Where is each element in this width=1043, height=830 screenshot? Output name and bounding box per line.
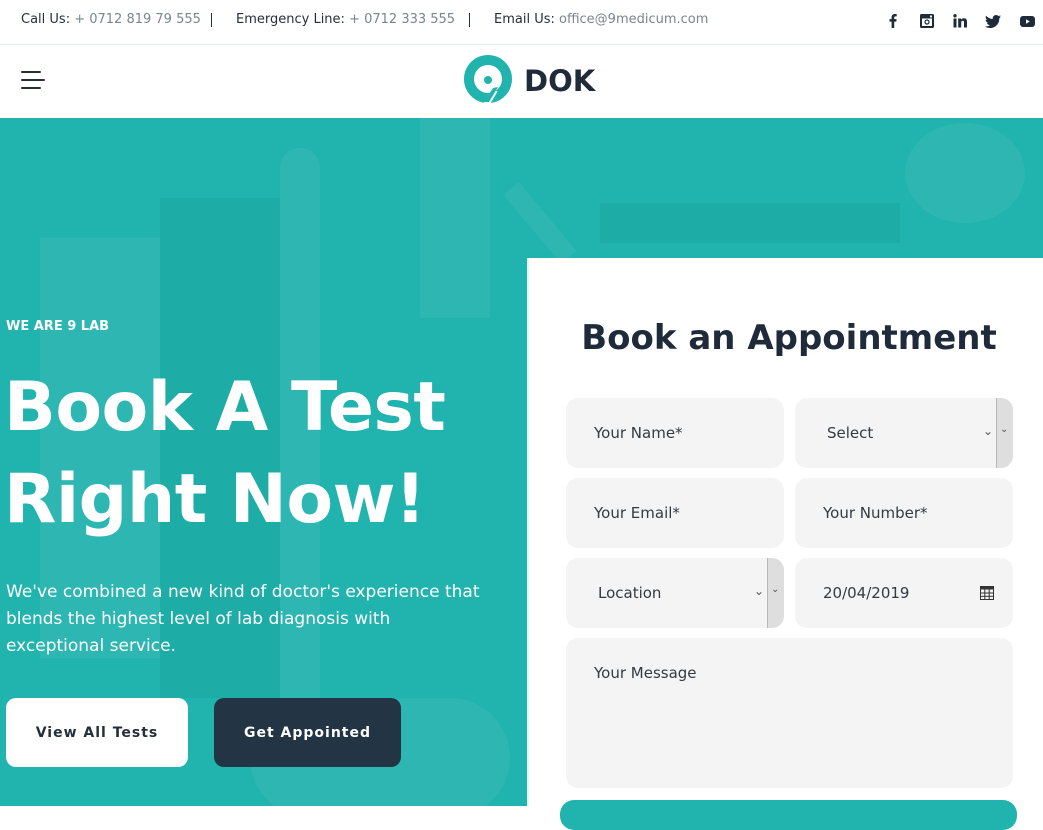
message-placeholder: Your Message bbox=[594, 664, 697, 682]
headline-line-2: Right Now! bbox=[4, 460, 426, 539]
select-scrollbar[interactable]: ⌄ bbox=[996, 398, 1013, 468]
main-navbar: DOK bbox=[0, 45, 1043, 118]
date-value: 20/04/2019 bbox=[823, 584, 910, 602]
twitter-icon[interactable] bbox=[984, 12, 1002, 30]
logo[interactable]: DOK bbox=[462, 55, 595, 107]
name-placeholder: Your Name* bbox=[594, 424, 683, 442]
select-value: Select bbox=[827, 424, 874, 442]
emergency-line-info: Emergency Line: + 0712 333 555 bbox=[236, 12, 455, 27]
top-contact-bar: Call Us: + 0712 819 79 555 Emergency Lin… bbox=[0, 0, 1043, 45]
instagram-icon[interactable] bbox=[918, 12, 936, 30]
emergency-phone[interactable]: + 0712 333 555 bbox=[349, 12, 455, 27]
background-decor bbox=[905, 123, 1025, 223]
youtube-icon[interactable] bbox=[1018, 12, 1036, 30]
divider bbox=[469, 13, 470, 27]
logo-text: DOK bbox=[524, 64, 596, 98]
linkedin-icon[interactable] bbox=[951, 12, 969, 30]
divider bbox=[211, 13, 212, 27]
form-title: Book an Appointment bbox=[581, 318, 997, 358]
facebook-icon[interactable] bbox=[884, 12, 902, 30]
hamburger-menu-icon[interactable] bbox=[21, 71, 47, 93]
appointment-form-card: Book an Appointment Your Name* Select ⌄ … bbox=[527, 258, 1043, 806]
name-input[interactable]: Your Name* bbox=[566, 398, 784, 468]
get-appointed-button[interactable]: Get Appointed bbox=[214, 698, 401, 767]
call-us-info: Call Us: + 0712 819 79 555 bbox=[21, 12, 201, 27]
view-all-tests-button[interactable]: View All Tests bbox=[6, 698, 188, 767]
number-input[interactable]: Your Number* bbox=[795, 478, 1013, 548]
chevron-down-icon: ⌄ bbox=[982, 424, 993, 438]
emergency-label: Emergency Line: bbox=[236, 12, 345, 27]
select-scrollbar[interactable]: ⌄ bbox=[767, 558, 784, 628]
email-us-info: Email Us: office@9medicum.com bbox=[494, 12, 708, 27]
hero-description: We've combined a new kind of doctor's ex… bbox=[6, 582, 480, 656]
message-textarea[interactable]: Your Message bbox=[566, 638, 1013, 788]
email-placeholder: Your Email* bbox=[594, 504, 680, 522]
submit-appointment-button[interactable] bbox=[560, 800, 1017, 830]
hero-eyebrow: WE ARE 9 LAB bbox=[6, 319, 110, 334]
date-input[interactable]: 20/04/2019 bbox=[795, 558, 1013, 628]
background-decor bbox=[600, 203, 900, 243]
call-us-label: Call Us: bbox=[21, 12, 71, 27]
email-label: Email Us: bbox=[494, 12, 555, 27]
calendar-icon[interactable] bbox=[980, 586, 994, 600]
chevron-down-icon: ⌄ bbox=[753, 584, 764, 598]
hero-headline: Book A Test Right Now! bbox=[4, 362, 446, 546]
number-placeholder: Your Number* bbox=[823, 504, 928, 522]
email-input[interactable]: Your Email* bbox=[566, 478, 784, 548]
location-value: Location bbox=[598, 584, 662, 602]
location-select[interactable]: Location ⌄ ⌄ bbox=[566, 558, 784, 628]
headline-line-1: Book A Test bbox=[4, 368, 446, 447]
logo-nine-icon bbox=[464, 55, 512, 107]
email-address[interactable]: office@9medicum.com bbox=[559, 12, 708, 27]
background-decor bbox=[503, 182, 577, 264]
service-select[interactable]: Select ⌄ ⌄ bbox=[795, 398, 1013, 468]
background-decor bbox=[420, 118, 490, 318]
call-us-phone[interactable]: + 0712 819 79 555 bbox=[74, 12, 201, 27]
